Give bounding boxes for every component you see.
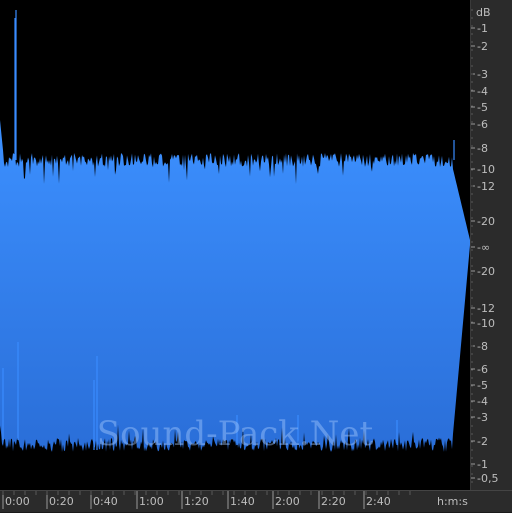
- db-tick-label: -∞: [477, 241, 490, 254]
- time-tick-label: 0:20: [49, 495, 74, 508]
- time-tick-label: 2:00: [275, 495, 300, 508]
- db-scale: dB -1 -2 -3 -4 -5 -6 -8 -10 -12 -20 -∞ -20 -12 -10 -8 -6…: [471, 6, 498, 485]
- db-tick-label: -8: [477, 340, 488, 353]
- db-unit-label: dB: [476, 6, 491, 19]
- db-ruler: dB -1 -2 -3 -4 -5 -6 -8 -10 -12 -20 -∞ -20 -12 -10 -8 -6…: [471, 0, 512, 490]
- db-tick-label: -3: [477, 411, 488, 424]
- time-tick-label: 2:40: [366, 495, 391, 508]
- db-tick-label: -12: [477, 180, 495, 193]
- audio-editor: Sound-Pack.Net dB -1 -2 -3 -4 -5 -6 -8 -10 -12 -20…: [0, 0, 512, 512]
- time-ruler[interactable]: 0:00 0:20 0:40 1:00 1:20 1:40 2:00 2:20 2:40 h:m:…: [0, 490, 512, 512]
- db-tick-label: -10: [477, 163, 495, 176]
- db-tick-label: -3: [477, 68, 488, 81]
- time-tick-label: 1:40: [230, 495, 255, 508]
- db-tick-label: -20: [477, 215, 495, 228]
- time-tick-label: 0:40: [93, 495, 118, 508]
- db-tick-label: -4: [477, 395, 488, 408]
- db-tick-label: -8: [477, 142, 488, 155]
- waveform-canvas[interactable]: [0, 0, 470, 490]
- time-tick-label: 2:20: [321, 495, 346, 508]
- time-scale: 0:00 0:20 0:40 1:00 1:20 1:40 2:00 2:20 2:40 h:m:…: [2, 491, 468, 509]
- db-tick-label: -12: [477, 302, 495, 315]
- time-tick-label: 0:00: [5, 495, 30, 508]
- db-tick-label: -0,5: [477, 472, 498, 485]
- db-tick-label: -1: [477, 458, 488, 471]
- db-tick-label: -6: [477, 363, 488, 376]
- db-tick-label: -5: [477, 379, 488, 392]
- db-tick-label: -4: [477, 85, 488, 98]
- time-unit-label: h:m:s: [437, 495, 468, 508]
- waveform-view[interactable]: Sound-Pack.Net: [0, 0, 471, 490]
- db-tick-label: -2: [477, 40, 488, 53]
- db-tick-label: -10: [477, 317, 495, 330]
- db-tick-label: -1: [477, 22, 488, 35]
- db-tick-label: -6: [477, 118, 488, 131]
- db-tick-label: -20: [477, 265, 495, 278]
- waveform-body: [0, 120, 470, 452]
- db-tick-label: -5: [477, 101, 488, 114]
- db-tick-label: -2: [477, 435, 488, 448]
- time-tick-label: 1:20: [184, 495, 209, 508]
- time-tick-label: 1:00: [139, 495, 164, 508]
